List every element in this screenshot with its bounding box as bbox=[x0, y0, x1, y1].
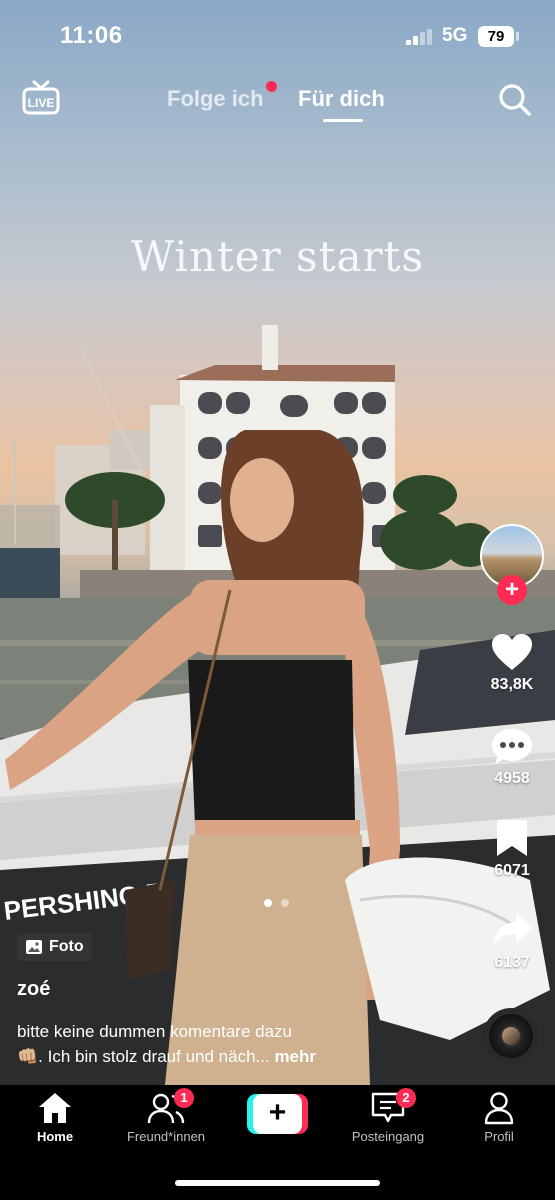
tab-friends-label: Freund*innen bbox=[126, 1129, 206, 1144]
tab-profile[interactable]: Profil bbox=[449, 1091, 549, 1144]
status-bar: 11:06 5G 79 bbox=[0, 0, 555, 70]
following-notification-dot bbox=[266, 81, 277, 92]
image-icon bbox=[26, 940, 42, 954]
post-overlay-text: Winter starts bbox=[130, 232, 425, 281]
plus-icon: + bbox=[253, 1094, 302, 1134]
network-type: 5G bbox=[442, 25, 468, 46]
caption-emoji: 👊🏼 bbox=[17, 1047, 39, 1066]
carousel-indicator bbox=[264, 894, 294, 912]
creator-username[interactable]: zoé bbox=[17, 978, 50, 1001]
tab-home-label: Home bbox=[36, 1129, 74, 1144]
create-button[interactable]: + bbox=[247, 1094, 308, 1134]
feed-tabs: Folge ich Für dich bbox=[0, 84, 555, 124]
share-button[interactable]: 6137 bbox=[477, 910, 547, 972]
bookmark-button[interactable]: 6071 bbox=[477, 818, 547, 880]
tab-inbox[interactable]: 2 Posteingang bbox=[338, 1088, 438, 1144]
tab-home[interactable]: Home bbox=[5, 1091, 105, 1144]
status-time: 11:06 bbox=[60, 22, 123, 49]
home-icon bbox=[39, 1093, 71, 1123]
battery-icon: 79 bbox=[478, 26, 514, 47]
comment-icon bbox=[492, 729, 532, 764]
battery-tip bbox=[516, 32, 519, 41]
post-photo[interactable]: PERSHING 5 bbox=[0, 0, 555, 1085]
bookmark-icon bbox=[497, 820, 527, 856]
tab-following[interactable]: Folge ich bbox=[167, 86, 264, 112]
share-count: 6137 bbox=[494, 954, 530, 971]
home-indicator[interactable] bbox=[175, 1180, 380, 1186]
search-icon bbox=[499, 84, 531, 116]
caption-more-link[interactable]: mehr bbox=[274, 1047, 316, 1066]
comment-count: 4958 bbox=[494, 770, 530, 787]
inbox-badge: 2 bbox=[396, 1088, 416, 1108]
music-disc-icon[interactable] bbox=[483, 1008, 539, 1064]
tab-inbox-label: Posteingang bbox=[351, 1129, 425, 1144]
photo-badge-label: Foto bbox=[49, 938, 84, 955]
comment-button[interactable]: 4958 bbox=[477, 726, 547, 788]
friends-badge: 1 bbox=[174, 1088, 194, 1108]
caption-line-1: bitte keine dummen komentare dazu bbox=[17, 1022, 292, 1041]
profile-icon bbox=[484, 1092, 514, 1125]
search-button[interactable] bbox=[497, 82, 533, 118]
like-count: 83,8K bbox=[490, 676, 534, 693]
photo-type-badge: Foto bbox=[17, 933, 92, 961]
heart-icon bbox=[492, 634, 532, 670]
tab-for-you[interactable]: Für dich bbox=[298, 86, 385, 112]
like-button[interactable]: 83,8K bbox=[477, 632, 547, 694]
carousel-dot bbox=[281, 899, 290, 907]
share-arrow-icon bbox=[493, 913, 532, 946]
bookmark-count: 6071 bbox=[494, 862, 530, 879]
carousel-dot-active bbox=[264, 899, 272, 907]
tab-friends[interactable]: 1 Freund*innen bbox=[116, 1088, 216, 1144]
cellular-signal-icon bbox=[406, 29, 432, 45]
tab-profile-label: Profil bbox=[484, 1129, 514, 1144]
photo-illustration: PERSHING 5 bbox=[0, 325, 555, 1085]
follow-button[interactable]: + bbox=[497, 575, 527, 605]
caption-line-2: . Ich bin stolz drauf und näch... bbox=[38, 1047, 270, 1066]
active-tab-indicator bbox=[323, 119, 363, 122]
post-caption[interactable]: bitte keine dummen komentare dazu 👊🏼. Ic… bbox=[17, 1019, 417, 1069]
